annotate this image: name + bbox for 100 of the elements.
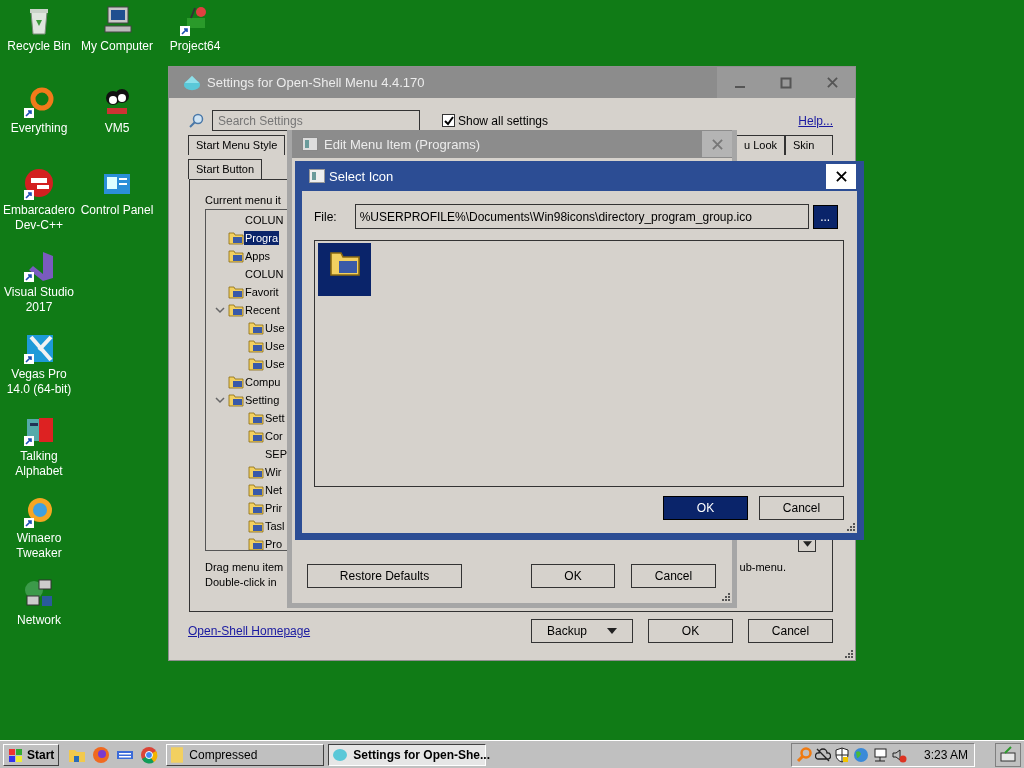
desktop-icon-label[interactable]: Recycle Bin: [7, 39, 71, 54]
speaker-muted-icon[interactable]: [890, 746, 907, 763]
badge-icon[interactable]: [23, 168, 55, 200]
window-icon: [309, 169, 325, 183]
tree-item[interactable]: Use: [264, 321, 286, 335]
hint-text: ub-menu.: [739, 560, 786, 575]
windows-logo-icon: [8, 746, 24, 763]
ribbon-icon[interactable]: [23, 250, 55, 282]
close-button[interactable]: [826, 163, 856, 189]
clock[interactable]: 3:23 AM: [923, 747, 968, 762]
folder-icon: [171, 746, 184, 763]
tab[interactable]: u Look: [734, 135, 785, 155]
tree-label: Current menu it: [205, 194, 282, 206]
file-field[interactable]: %USERPROFILE%\Documents\Win98icons\directory_program_group.ico: [354, 204, 809, 229]
chevron-icon[interactable]: [212, 304, 228, 316]
folder-icon: [248, 338, 264, 354]
dialog-button[interactable]: Cancel: [748, 619, 833, 643]
folder-icon: [228, 374, 244, 390]
icon-tile[interactable]: [318, 243, 371, 296]
icon-list[interactable]: [314, 240, 844, 487]
folder-icon: [228, 392, 244, 408]
desktop-icon-label[interactable]: Everything: [10, 121, 68, 136]
tree-item[interactable]: Progra: [244, 231, 280, 245]
maximize-icon: [780, 76, 792, 89]
resize-grip-icon[interactable]: [721, 592, 730, 601]
tree-item[interactable]: Pro: [264, 537, 284, 550]
checkbox[interactable]: [442, 114, 455, 127]
computer-icon[interactable]: [101, 4, 133, 36]
dialog-button[interactable]: Cancel: [631, 564, 716, 588]
folder-icon: [228, 248, 244, 264]
desktop-icon-label[interactable]: VM5: [104, 121, 130, 136]
tree-item[interactable]: SEP: [264, 447, 288, 461]
dialog-button[interactable]: Cancel: [759, 496, 844, 520]
tree-item[interactable]: Use: [264, 339, 286, 353]
tree-item[interactable]: Prir: [264, 501, 284, 515]
tree-item[interactable]: Sett: [264, 411, 286, 425]
close-icon: [826, 77, 838, 88]
minimize-icon: [735, 85, 745, 88]
window-icon: [302, 137, 318, 151]
tree-item[interactable]: Compu: [244, 375, 282, 389]
tree-item[interactable]: Tasl: [264, 519, 286, 533]
close-icon: [711, 138, 723, 150]
network-icon[interactable]: [871, 746, 888, 763]
tree-item[interactable]: Favorit: [244, 285, 280, 299]
folder-icon: [228, 230, 244, 246]
dialog-button[interactable]: OK: [663, 496, 748, 520]
field-label: File:: [314, 209, 337, 224]
chevron-icon[interactable]: [212, 394, 228, 406]
tree-item[interactable]: Use: [264, 357, 286, 371]
tree-item[interactable]: Apps: [244, 249, 272, 263]
search-field[interactable]: Search Settings: [212, 110, 420, 131]
close-icon: [835, 170, 847, 182]
folder-icon: [248, 536, 264, 550]
tree-item[interactable]: Setting: [244, 393, 281, 407]
dialog-button[interactable]: OK: [531, 564, 615, 588]
hint-text: Double-click in: [205, 575, 277, 590]
dialog-title: Select Icon: [328, 168, 395, 184]
tree-item[interactable]: Wir: [264, 465, 283, 479]
tree-item[interactable]: Recent: [244, 303, 281, 317]
search-icon: [188, 112, 204, 129]
desktop-icon-label[interactable]: Visual Studio 2017: [1, 285, 77, 315]
cloud-icon[interactable]: [814, 746, 831, 763]
taskbar-button[interactable]: Compressed: [166, 743, 325, 766]
globe-icon[interactable]: [23, 496, 55, 528]
homepage-link[interactable]: Open-Shell Homepage: [188, 624, 311, 638]
folder-icon: [228, 302, 244, 318]
tree-item[interactable]: Cor: [264, 429, 284, 443]
split-button[interactable]: Backup: [531, 619, 633, 643]
desktop-icon-label[interactable]: Network: [17, 613, 61, 628]
window-title: Settings for Open-Shell Menu 4.4.170: [206, 75, 426, 90]
browse-button[interactable]: ...: [812, 204, 838, 229]
folder-icon: [248, 320, 264, 336]
folder-icon: [228, 284, 244, 300]
desktop-icon-label[interactable]: Embarcadero Dev-C++: [1, 203, 77, 233]
shield-icon[interactable]: [833, 746, 850, 763]
desktop-icon[interactable]: [995, 742, 1021, 767]
tab[interactable]: Skin: [785, 135, 833, 155]
desktop-icon-label[interactable]: Vegas Pro 14.0 (64-bit): [1, 367, 77, 397]
dialog-button[interactable]: Restore Defaults: [307, 564, 462, 588]
resize-grip-icon[interactable]: [846, 522, 855, 531]
desktop-icon-label[interactable]: Project64: [169, 39, 221, 54]
help-link[interactable]: Help...: [798, 113, 833, 128]
film-icon[interactable]: [23, 332, 55, 364]
start-button[interactable]: Start: [3, 743, 60, 766]
folder-icon: [248, 356, 264, 372]
tree-item[interactable]: COLUN: [244, 213, 285, 227]
desktop-icon-label[interactable]: Talking Alphabet: [1, 449, 77, 479]
desktop-icon-label[interactable]: Control Panel: [80, 203, 154, 218]
desktop-icon-label[interactable]: Winaero Tweaker: [1, 531, 77, 561]
tab[interactable]: Start Button: [188, 159, 263, 179]
browser-icon[interactable]: [91, 744, 112, 765]
desktop-icon-label[interactable]: My Computer: [81, 39, 153, 54]
tree-item[interactable]: COLUN: [244, 267, 285, 281]
browser-icon[interactable]: [139, 744, 160, 765]
tree-item[interactable]: Net: [264, 483, 284, 497]
tab[interactable]: Start Menu Style: [188, 135, 286, 155]
ring-icon[interactable]: [23, 86, 55, 118]
checkbox-label: Show all settings: [458, 113, 549, 128]
resize-grip-icon[interactable]: [844, 649, 853, 658]
dialog-button[interactable]: OK: [648, 619, 733, 643]
